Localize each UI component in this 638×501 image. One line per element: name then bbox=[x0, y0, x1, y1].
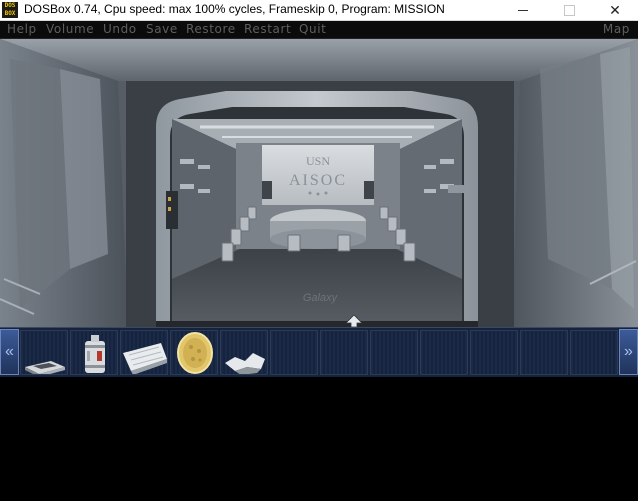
maximize-icon bbox=[563, 4, 575, 16]
inventory-scroll-left-button[interactable]: « bbox=[0, 329, 19, 375]
canister-item-icon bbox=[85, 335, 105, 373]
inventory-slot-empty[interactable] bbox=[270, 330, 318, 375]
torn-paper-item-icon bbox=[225, 353, 265, 374]
screen-text-usn: USN bbox=[306, 154, 330, 168]
inventory-slot-empty[interactable] bbox=[420, 330, 468, 375]
close-icon: ✕ bbox=[609, 1, 621, 18]
inventory-bar: « » bbox=[0, 327, 638, 377]
menu-save[interactable]: Save bbox=[146, 22, 178, 36]
menu-help[interactable]: Help bbox=[7, 22, 37, 36]
floor-logo-text: Galaxy bbox=[303, 292, 339, 304]
close-button[interactable]: ✕ bbox=[592, 0, 638, 20]
menu-restart[interactable]: Restart bbox=[244, 22, 291, 36]
menu-undo[interactable]: Undo bbox=[103, 22, 137, 36]
game-viewport[interactable]: USN AISOC Galaxy bbox=[0, 39, 638, 327]
briefing-room-scene: USN AISOC Galaxy bbox=[0, 39, 638, 327]
inventory-slot-device[interactable] bbox=[20, 330, 68, 375]
double-chevron-right-icon: » bbox=[624, 343, 633, 360]
minimize-button[interactable] bbox=[500, 0, 546, 20]
double-chevron-left-icon: « bbox=[5, 343, 14, 360]
inventory-slot-empty[interactable] bbox=[470, 330, 518, 375]
gold-disk-item-icon bbox=[177, 332, 213, 374]
inventory-slot-paper[interactable] bbox=[120, 330, 168, 375]
device-item-icon bbox=[25, 361, 65, 374]
inventory-slot-empty[interactable] bbox=[370, 330, 418, 375]
window-title-bar: DOS BOX DOSBox 0.74, Cpu speed: max 100% … bbox=[0, 0, 638, 21]
menu-quit[interactable]: Quit bbox=[299, 22, 327, 36]
screen-text-aisoc: AISOC bbox=[289, 172, 347, 189]
menu-map[interactable]: Map bbox=[603, 22, 630, 36]
minimize-icon bbox=[518, 9, 528, 11]
menu-volume[interactable]: Volume bbox=[46, 22, 94, 36]
inventory-slot-empty[interactable] bbox=[570, 330, 618, 375]
dosbox-icon[interactable]: DOS BOX bbox=[2, 2, 18, 18]
inventory-slot-empty[interactable] bbox=[320, 330, 368, 375]
window-title: DOSBox 0.74, Cpu speed: max 100% cycles,… bbox=[24, 2, 445, 16]
inventory-slot-empty[interactable] bbox=[520, 330, 568, 375]
inventory-scroll-right-button[interactable]: » bbox=[619, 329, 638, 375]
menu-restore[interactable]: Restore bbox=[186, 22, 236, 36]
inventory-slot-torn-paper[interactable] bbox=[220, 330, 268, 375]
game-menu-bar: Help Volume Undo Save Restore Restart Qu… bbox=[0, 21, 638, 39]
maximize-button[interactable] bbox=[546, 0, 592, 20]
paper-item-icon bbox=[123, 343, 167, 374]
inventory-slot-gold-disk[interactable] bbox=[170, 330, 218, 375]
inventory-slot-canister[interactable] bbox=[70, 330, 118, 375]
